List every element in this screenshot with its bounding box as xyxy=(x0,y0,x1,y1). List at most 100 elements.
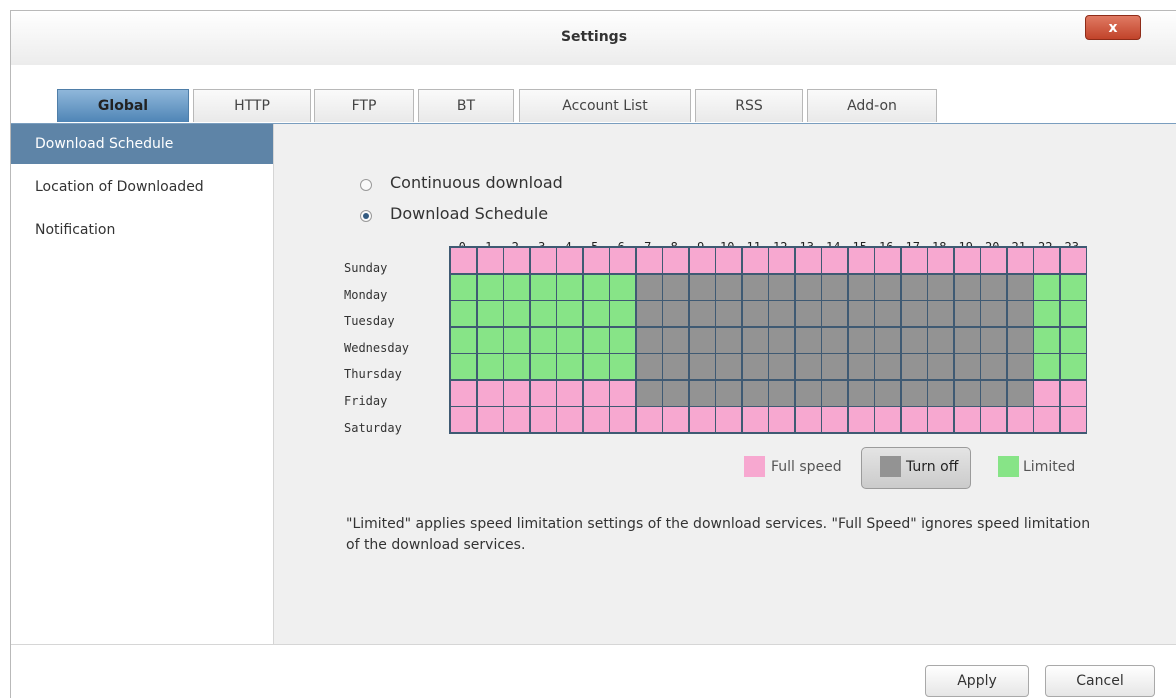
schedule-cell-monday-15[interactable] xyxy=(847,273,875,301)
continuous-download-radio[interactable] xyxy=(360,179,372,191)
schedule-cell-saturday-7[interactable] xyxy=(635,406,663,433)
schedule-cell-monday-6[interactable] xyxy=(609,273,636,301)
schedule-cell-saturday-12[interactable] xyxy=(768,406,795,433)
sidebar-item-download-schedule[interactable]: Download Schedule xyxy=(11,124,273,164)
schedule-cell-thursday-16[interactable] xyxy=(874,353,901,380)
schedule-cell-wednesday-13[interactable] xyxy=(794,326,822,354)
schedule-cell-tuesday-3[interactable] xyxy=(529,300,557,327)
schedule-cell-thursday-14[interactable] xyxy=(821,353,848,380)
schedule-cell-sunday-17[interactable] xyxy=(900,247,928,274)
schedule-cell-tuesday-14[interactable] xyxy=(821,300,848,327)
schedule-cell-friday-7[interactable] xyxy=(635,379,663,407)
schedule-cell-saturday-6[interactable] xyxy=(609,406,636,433)
schedule-cell-tuesday-9[interactable] xyxy=(688,300,716,327)
schedule-cell-friday-22[interactable] xyxy=(1033,379,1060,407)
schedule-cell-saturday-11[interactable] xyxy=(741,406,769,433)
schedule-cell-tuesday-23[interactable] xyxy=(1059,300,1087,327)
schedule-cell-monday-4[interactable] xyxy=(556,273,583,301)
schedule-cell-saturday-4[interactable] xyxy=(556,406,583,433)
schedule-cell-monday-3[interactable] xyxy=(529,273,557,301)
schedule-cell-wednesday-4[interactable] xyxy=(556,326,583,354)
schedule-cell-saturday-2[interactable] xyxy=(503,406,530,433)
schedule-cell-friday-16[interactable] xyxy=(874,379,901,407)
schedule-cell-sunday-20[interactable] xyxy=(980,247,1007,274)
schedule-cell-monday-17[interactable] xyxy=(900,273,928,301)
schedule-cell-monday-1[interactable] xyxy=(476,273,504,301)
schedule-cell-sunday-12[interactable] xyxy=(768,247,795,274)
schedule-cell-thursday-5[interactable] xyxy=(582,353,610,380)
schedule-cell-wednesday-1[interactable] xyxy=(476,326,504,354)
schedule-cell-friday-2[interactable] xyxy=(503,379,530,407)
schedule-cell-wednesday-3[interactable] xyxy=(529,326,557,354)
schedule-cell-wednesday-16[interactable] xyxy=(874,326,901,354)
tab-http[interactable]: HTTP xyxy=(193,89,311,122)
sidebar-item-notification[interactable]: Notification xyxy=(11,210,273,250)
schedule-cell-tuesday-21[interactable] xyxy=(1006,300,1034,327)
schedule-cell-sunday-4[interactable] xyxy=(556,247,583,274)
schedule-cell-tuesday-6[interactable] xyxy=(609,300,636,327)
schedule-cell-wednesday-17[interactable] xyxy=(900,326,928,354)
schedule-cell-saturday-9[interactable] xyxy=(688,406,716,433)
schedule-cell-wednesday-7[interactable] xyxy=(635,326,663,354)
schedule-cell-thursday-12[interactable] xyxy=(768,353,795,380)
schedule-cell-monday-2[interactable] xyxy=(503,273,530,301)
cancel-button[interactable]: Cancel xyxy=(1045,665,1155,697)
schedule-cell-tuesday-18[interactable] xyxy=(927,300,954,327)
schedule-cell-friday-19[interactable] xyxy=(953,379,981,407)
legend-limited-swatch[interactable] xyxy=(998,456,1019,477)
schedule-cell-saturday-20[interactable] xyxy=(980,406,1007,433)
schedule-cell-tuesday-16[interactable] xyxy=(874,300,901,327)
schedule-cell-saturday-22[interactable] xyxy=(1033,406,1060,433)
schedule-cell-sunday-18[interactable] xyxy=(927,247,954,274)
schedule-cell-sunday-16[interactable] xyxy=(874,247,901,274)
schedule-cell-tuesday-13[interactable] xyxy=(794,300,822,327)
schedule-cell-monday-8[interactable] xyxy=(662,273,689,301)
schedule-cell-monday-18[interactable] xyxy=(927,273,954,301)
schedule-cell-saturday-0[interactable] xyxy=(450,406,477,433)
schedule-cell-wednesday-0[interactable] xyxy=(450,326,477,354)
schedule-cell-saturday-5[interactable] xyxy=(582,406,610,433)
schedule-cell-sunday-3[interactable] xyxy=(529,247,557,274)
schedule-cell-friday-5[interactable] xyxy=(582,379,610,407)
schedule-cell-thursday-10[interactable] xyxy=(715,353,742,380)
schedule-cell-thursday-11[interactable] xyxy=(741,353,769,380)
schedule-cell-friday-12[interactable] xyxy=(768,379,795,407)
schedule-cell-sunday-8[interactable] xyxy=(662,247,689,274)
schedule-cell-friday-8[interactable] xyxy=(662,379,689,407)
schedule-cell-thursday-21[interactable] xyxy=(1006,353,1034,380)
schedule-cell-friday-15[interactable] xyxy=(847,379,875,407)
schedule-cell-wednesday-10[interactable] xyxy=(715,326,742,354)
schedule-cell-friday-21[interactable] xyxy=(1006,379,1034,407)
schedule-cell-tuesday-8[interactable] xyxy=(662,300,689,327)
schedule-cell-wednesday-20[interactable] xyxy=(980,326,1007,354)
close-button[interactable]: x xyxy=(1085,15,1141,40)
schedule-cell-thursday-7[interactable] xyxy=(635,353,663,380)
schedule-cell-monday-9[interactable] xyxy=(688,273,716,301)
schedule-cell-tuesday-20[interactable] xyxy=(980,300,1007,327)
schedule-cell-sunday-21[interactable] xyxy=(1006,247,1034,274)
tab-add-on[interactable]: Add-on xyxy=(807,89,937,122)
schedule-cell-sunday-11[interactable] xyxy=(741,247,769,274)
schedule-cell-saturday-16[interactable] xyxy=(874,406,901,433)
schedule-cell-wednesday-15[interactable] xyxy=(847,326,875,354)
schedule-cell-sunday-2[interactable] xyxy=(503,247,530,274)
schedule-cell-tuesday-10[interactable] xyxy=(715,300,742,327)
schedule-cell-thursday-4[interactable] xyxy=(556,353,583,380)
schedule-cell-wednesday-5[interactable] xyxy=(582,326,610,354)
tab-account-list[interactable]: Account List xyxy=(519,89,691,122)
schedule-cell-monday-19[interactable] xyxy=(953,273,981,301)
schedule-cell-thursday-1[interactable] xyxy=(476,353,504,380)
schedule-cell-friday-4[interactable] xyxy=(556,379,583,407)
schedule-cell-friday-23[interactable] xyxy=(1059,379,1087,407)
schedule-cell-monday-11[interactable] xyxy=(741,273,769,301)
schedule-cell-friday-20[interactable] xyxy=(980,379,1007,407)
schedule-cell-saturday-15[interactable] xyxy=(847,406,875,433)
schedule-cell-monday-20[interactable] xyxy=(980,273,1007,301)
schedule-cell-wednesday-6[interactable] xyxy=(609,326,636,354)
schedule-cell-wednesday-9[interactable] xyxy=(688,326,716,354)
schedule-cell-thursday-17[interactable] xyxy=(900,353,928,380)
schedule-cell-thursday-13[interactable] xyxy=(794,353,822,380)
schedule-cell-friday-17[interactable] xyxy=(900,379,928,407)
schedule-cell-wednesday-18[interactable] xyxy=(927,326,954,354)
schedule-cell-thursday-23[interactable] xyxy=(1059,353,1087,380)
